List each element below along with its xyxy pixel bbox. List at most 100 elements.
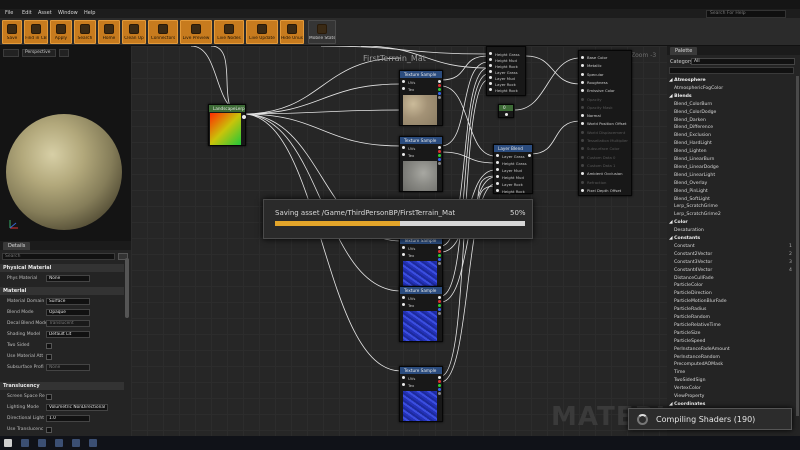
find-in-cb-button[interactable]: Find in CB [24, 20, 48, 44]
property-value-dropdown[interactable]: Surface [46, 298, 90, 305]
output-pin[interactable] [438, 304, 441, 307]
palette-item[interactable]: Constant3Vector 3 [674, 259, 792, 267]
input-pin[interactable] [581, 105, 584, 109]
input-pin[interactable] [489, 58, 492, 61]
palette-item[interactable]: Lerp_ScratchGrime [674, 203, 718, 211]
palette-item[interactable]: ParticleRelativeTime [674, 322, 721, 330]
palette-item[interactable]: Blend_SoftLight [674, 196, 710, 204]
property-value-dropdown[interactable]: None [46, 364, 90, 371]
palette-item[interactable]: ParticleSize [674, 330, 700, 338]
property-value-dropdown[interactable]: None [46, 275, 90, 282]
hide-unused-button[interactable]: Hide Unused [280, 20, 304, 44]
landscape-layer-blend-node[interactable]: LandscapeLerpB [208, 104, 246, 146]
palette-item[interactable]: ParticleColor [674, 282, 703, 290]
output-pin[interactable] [438, 384, 441, 387]
mobile-stats-button[interactable]: Mobile Stats [308, 20, 336, 44]
menu-file[interactable]: File [5, 10, 13, 16]
input-pin[interactable] [581, 180, 584, 184]
palette-item[interactable]: ParticleRadius [674, 306, 706, 314]
palette-category-select[interactable]: All [691, 58, 795, 65]
output-pin[interactable] [438, 258, 441, 261]
output-pin[interactable] [438, 312, 441, 315]
input-pin[interactable] [402, 383, 405, 386]
output-pin[interactable] [438, 254, 441, 257]
palette-category[interactable]: ◢ Constants [669, 235, 700, 243]
input-pin[interactable] [489, 88, 492, 91]
output-pin[interactable] [438, 262, 441, 265]
input-pin[interactable] [581, 155, 584, 159]
palette-item[interactable]: Blend_Difference [674, 124, 713, 132]
palette-item[interactable]: Blend_Darken [674, 117, 706, 125]
input-pin[interactable] [402, 87, 405, 90]
input-pin[interactable] [489, 64, 492, 67]
palette-item[interactable]: Blend_Lighten [674, 148, 707, 156]
palette-item[interactable]: Constant 1 [674, 243, 792, 251]
property-value-dropdown[interactable]: 1.0 [46, 415, 90, 422]
explorer-icon[interactable] [55, 439, 63, 447]
property-value-dropdown[interactable]: Volumetric NonDirectional [46, 404, 108, 411]
palette-item[interactable]: ParticleSpeed [674, 338, 705, 346]
connectors-button[interactable]: Connectors [148, 20, 178, 44]
texture-sample-node[interactable]: Texture Sample UVs Tex [399, 136, 443, 192]
input-pin[interactable] [581, 114, 584, 118]
input-pin[interactable] [402, 80, 405, 83]
output-pin[interactable] [438, 162, 441, 165]
palette-item[interactable]: PrecomputedAOMask [674, 361, 723, 369]
task-view-icon[interactable] [38, 439, 46, 447]
output-pin[interactable] [438, 392, 441, 395]
input-pin[interactable] [581, 172, 584, 176]
input-pin[interactable] [581, 72, 584, 76]
output-pin[interactable] [438, 388, 441, 391]
input-pin[interactable] [496, 154, 499, 157]
input-pin[interactable] [581, 64, 584, 68]
input-pin[interactable] [496, 189, 499, 192]
property-checkbox[interactable] [46, 343, 52, 349]
details-category[interactable]: Physical Material [0, 264, 124, 272]
palette-category[interactable]: ◢ Blends [669, 93, 692, 101]
palette-item[interactable]: ParticleDirection [674, 290, 712, 298]
palette-item[interactable]: AtmosphericFogColor [674, 85, 723, 93]
input-pin[interactable] [402, 296, 405, 299]
palette-item[interactable]: Blend_LinearDodge [674, 164, 719, 172]
input-pin[interactable] [581, 139, 584, 142]
apply-button[interactable]: Apply [50, 20, 72, 44]
perspective-button[interactable]: Perspective [22, 49, 56, 57]
output-pin[interactable] [438, 80, 441, 83]
palette-item[interactable]: Blend_LinearBurn [674, 156, 714, 164]
palette-item[interactable]: Blend_ColorBurn [674, 101, 712, 109]
input-pin[interactable] [402, 253, 405, 256]
output-pin[interactable] [438, 300, 441, 303]
texture-sample-node[interactable]: Texture Sample UVs Tex [399, 70, 443, 126]
palette-item[interactable]: ViewProperty [674, 393, 704, 401]
material-result-node[interactable]: Base Color Metallic Specular Roughness Emiss… [578, 50, 632, 196]
details-tab[interactable]: Details [3, 242, 31, 250]
details-category[interactable]: Material [0, 287, 124, 295]
palette-item[interactable]: Blend_PinLight [674, 188, 708, 196]
input-pin[interactable] [581, 188, 584, 192]
palette-category[interactable]: ◢ Color [669, 219, 688, 227]
palette-search-input[interactable] [669, 67, 794, 74]
menu-window[interactable]: Window [58, 10, 78, 16]
palette-item[interactable]: ParticleRandom [674, 314, 710, 322]
input-pin[interactable] [581, 97, 584, 101]
clean-up-button[interactable]: Clean Up [122, 20, 146, 44]
input-pin[interactable] [581, 163, 584, 167]
texture-sample-node[interactable]: Texture Sample UVs Tex [399, 286, 443, 342]
live-nodes-button[interactable]: Live Nodes [214, 20, 244, 44]
palette-item[interactable]: Constant2Vector 2 [674, 251, 792, 259]
menu-help[interactable]: Help [84, 10, 95, 16]
palette-item[interactable]: ParticleMotionBlurFade [674, 298, 727, 306]
live-update-button[interactable]: Live Update [246, 20, 278, 44]
constant-node[interactable]: 0 [498, 104, 514, 118]
property-value-dropdown[interactable]: Default Lit [46, 331, 90, 338]
palette-item[interactable]: PerInstanceRandom [674, 354, 720, 362]
height-blend-node[interactable]: Height Grass Height Mud Height Rock Layer G… [486, 46, 526, 96]
input-pin[interactable] [489, 52, 492, 55]
output-pin[interactable] [528, 154, 531, 157]
output-pin[interactable] [505, 113, 508, 116]
output-pin[interactable] [438, 296, 441, 299]
input-pin[interactable] [496, 161, 499, 164]
layer-blend-node[interactable]: Layer Blend Layer Grass Height Grass Layer … [493, 144, 533, 194]
palette-item[interactable]: DistanceCullFade [674, 275, 714, 283]
output-pin[interactable] [438, 88, 441, 91]
